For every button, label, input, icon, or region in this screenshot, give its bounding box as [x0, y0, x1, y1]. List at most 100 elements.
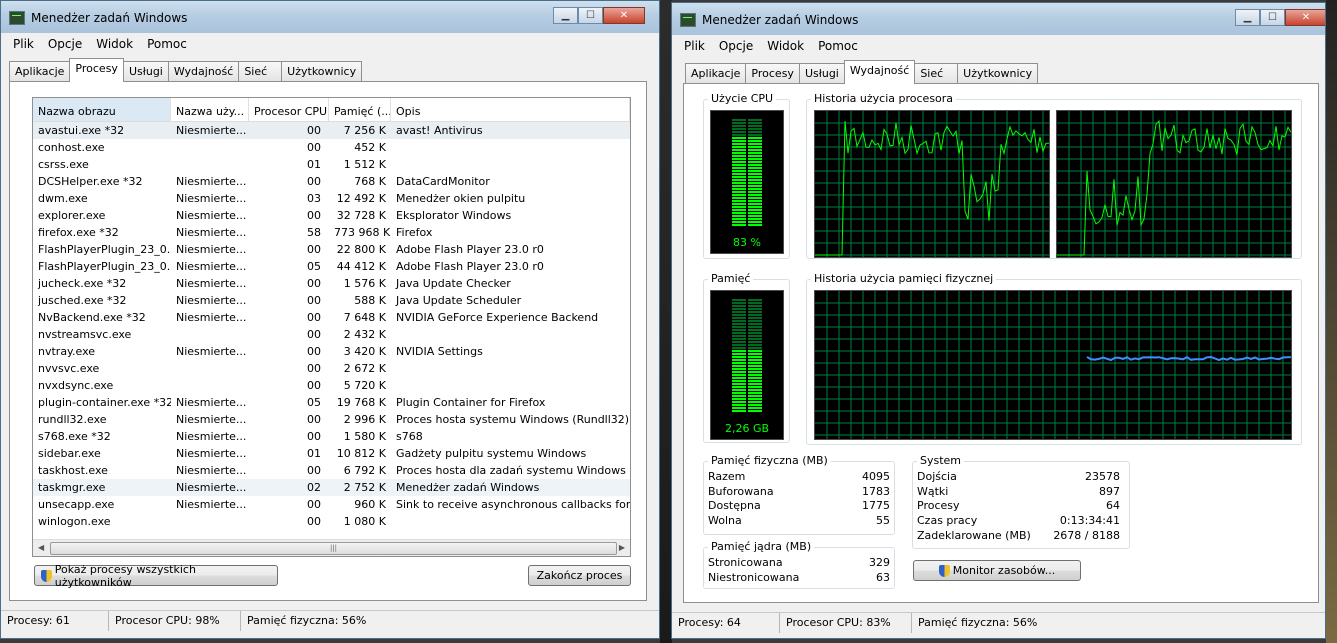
cell-memory: 1 576 K: [343, 277, 386, 290]
process-row[interactable]: jusched.exe *32 Niesmierte... 00 588 K Java …: [33, 292, 630, 309]
menu-widok[interactable]: Widok: [761, 37, 810, 57]
process-row[interactable]: winlogon.exe 00 1 080 K: [33, 513, 630, 530]
process-row[interactable]: taskhost.exe Niesmierte... 00 6 792 K Proces…: [33, 462, 630, 479]
end-process-button[interactable]: Zakończ proces: [528, 565, 631, 586]
column-cpu[interactable]: Procesor CPU: [249, 98, 329, 121]
process-row[interactable]: nvvsvc.exe 00 2 672 K: [33, 360, 630, 377]
process-row[interactable]: explorer.exe Niesmierte... 00 32 728 K Ekspl…: [33, 207, 630, 224]
maximize-button[interactable]: ☐: [578, 7, 603, 24]
process-row[interactable]: FlashPlayerPlugin_23_0... Niesmierte... 05…: [33, 258, 630, 275]
menu-widok[interactable]: Widok: [90, 35, 139, 55]
menu-pomoc[interactable]: Pomoc: [141, 35, 193, 55]
scroll-left-arrow-icon[interactable]: ◀: [38, 543, 44, 552]
process-row[interactable]: NvBackend.exe *32 Niesmierte... 00 7 648 K N…: [33, 309, 630, 326]
tab-uslugi[interactable]: Usługi: [122, 61, 169, 82]
resource-monitor-button[interactable]: Monitor zasobów...: [913, 560, 1081, 581]
meter-segment: [748, 176, 762, 178]
meter-segment: [748, 197, 762, 199]
cpu-usage-value: 83 %: [733, 236, 761, 249]
tab-siec[interactable]: Sieć: [914, 63, 959, 84]
tab-aplikacje[interactable]: Aplikacje: [685, 63, 747, 84]
meter-segment: [748, 344, 762, 346]
cpu-history-plot-core-1: [815, 111, 1049, 257]
minimize-button[interactable]: ▁: [553, 7, 578, 24]
cell-memory: 1 580 K: [343, 430, 386, 443]
horizontal-scrollbar[interactable]: ◀ ||| ▶: [33, 539, 630, 556]
tab-procesy[interactable]: Procesy: [69, 58, 124, 82]
tab-uzytkownicy[interactable]: Użytkownicy: [957, 63, 1039, 84]
meter-segment: [748, 161, 762, 163]
tab-wydajnosc[interactable]: Wydajność: [167, 61, 240, 82]
cell-memory: 44 412 K: [336, 260, 386, 273]
scrollbar-thumb[interactable]: |||: [50, 542, 617, 555]
cell-user-name: Niesmierte...: [176, 396, 247, 409]
cell-image-name: unsecapp.exe: [38, 498, 115, 511]
process-row[interactable]: avastui.exe *32 Niesmierte... 00 7 256 K ava…: [33, 122, 630, 139]
menu-bar: Plik Opcje Widok Pomoc: [7, 35, 653, 55]
close-button[interactable]: ✕: [1285, 9, 1325, 26]
tab-siec[interactable]: Sieć: [238, 61, 283, 82]
cell-description: [391, 377, 630, 394]
cell-image-name: taskmgr.exe: [38, 481, 106, 494]
process-row[interactable]: nvstreamsvc.exe 00 2 432 K: [33, 326, 630, 343]
cell-description: Firefox: [396, 226, 433, 239]
cell-image-name: explorer.exe: [38, 209, 106, 222]
process-row[interactable]: firefox.exe *32 Niesmierte... 58 773 968 K F…: [33, 224, 630, 241]
process-row[interactable]: rundll32.exe Niesmierte... 00 2 996 K Proces…: [33, 411, 630, 428]
memory-group: Pamięć 2,26 GB: [703, 272, 790, 443]
scroll-right-arrow-icon[interactable]: ▶: [619, 543, 625, 552]
column-user-name[interactable]: Nazwa uży...: [171, 98, 249, 121]
process-row[interactable]: sidebar.exe Niesmierte... 01 10 812 K Gadżet…: [33, 445, 630, 462]
cell-cpu: 00: [307, 413, 321, 426]
tab-aplikacje[interactable]: Aplikacje: [9, 61, 71, 82]
meter-segment: [748, 143, 762, 145]
system-title: System: [917, 454, 965, 467]
column-image-name[interactable]: Nazwa obrazu: [33, 98, 171, 121]
maximize-button[interactable]: ☐: [1260, 9, 1285, 26]
process-row[interactable]: FlashPlayerPlugin_23_0... Niesmierte... 00…: [33, 241, 630, 258]
process-row[interactable]: jucheck.exe *32 Niesmierte... 00 1 576 K Jav…: [33, 275, 630, 292]
meter-segment: [748, 374, 762, 376]
cell-memory: 2 752 K: [343, 481, 386, 494]
column-memory[interactable]: Pamięć (...: [329, 98, 391, 121]
menu-plik[interactable]: Plik: [7, 35, 40, 55]
menu-pomoc[interactable]: Pomoc: [812, 37, 864, 57]
show-all-processes-button[interactable]: Pokaż procesy wszystkich użytkowników: [34, 563, 278, 589]
minimize-button[interactable]: ▁: [1235, 9, 1260, 26]
menu-opcje[interactable]: Opcje: [42, 35, 88, 55]
cell-description: Eksplorator Windows: [396, 209, 512, 222]
process-row[interactable]: nvtray.exe Niesmierte... 00 3 420 K NVIDIA S…: [33, 343, 630, 360]
tab-wydajnosc[interactable]: Wydajność: [843, 60, 916, 84]
process-row[interactable]: plugin-container.exe *32 Niesmierte... 05 1…: [33, 394, 630, 411]
process-row[interactable]: nvxdsync.exe 00 5 720 K: [33, 377, 630, 394]
menu-plik[interactable]: Plik: [678, 37, 711, 57]
meter-segment: [732, 125, 746, 127]
tab-procesy[interactable]: Procesy: [745, 63, 800, 84]
process-row[interactable]: unsecapp.exe Niesmierte... 00 960 K Sink to …: [33, 496, 630, 513]
tab-uslugi[interactable]: Usługi: [798, 63, 845, 84]
process-list[interactable]: Nazwa obrazu Nazwa uży... Procesor CPU P…: [32, 97, 631, 557]
process-row[interactable]: s768.exe *32 Niesmierte... 00 1 580 K s768: [33, 428, 630, 445]
cell-image-name: NvBackend.exe *32: [38, 311, 146, 324]
cell-user-name: [171, 513, 249, 530]
tab-uzytkownicy[interactable]: Użytkownicy: [281, 61, 363, 82]
close-button[interactable]: ✕: [603, 7, 645, 24]
meter-segment: [732, 218, 746, 220]
sys-value: 64: [1106, 499, 1120, 513]
cell-cpu: 00: [307, 243, 321, 256]
process-row[interactable]: csrss.exe 01 1 512 K: [33, 156, 630, 173]
title-bar[interactable]: Menedżer zadań Windows ▁ ☐ ✕: [672, 3, 1325, 35]
meter-segment: [732, 362, 746, 364]
process-row[interactable]: DCSHelper.exe *32 Niesmierte... 00 768 K Dat…: [33, 173, 630, 190]
meter-segment: [748, 305, 762, 307]
column-description[interactable]: Opis: [391, 98, 630, 121]
title-bar[interactable]: Menedżer zadań Windows ▁ ☐ ✕: [1, 1, 659, 33]
process-row[interactable]: conhost.exe 00 452 K: [33, 139, 630, 156]
meter-segment: [748, 329, 762, 331]
cell-memory: 588 K: [354, 294, 386, 307]
process-row[interactable]: dwm.exe Niesmierte... 03 12 492 K Menedżer o…: [33, 190, 630, 207]
meter-segment: [732, 347, 746, 349]
process-row[interactable]: taskmgr.exe Niesmierte... 02 2 752 K Menedże…: [33, 479, 630, 496]
kernel-memory-table: Stronicowana 329 Niestronicowana 63: [708, 556, 890, 585]
menu-opcje[interactable]: Opcje: [713, 37, 759, 57]
